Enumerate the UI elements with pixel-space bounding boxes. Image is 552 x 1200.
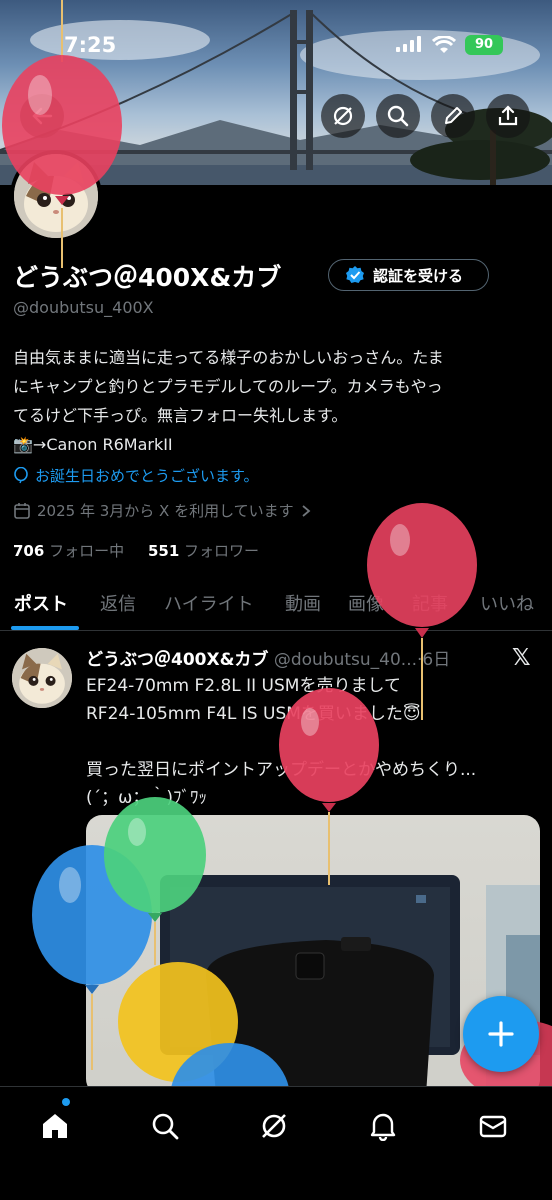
nav-messages[interactable]: [468, 1101, 518, 1151]
followers-label: フォロワー: [184, 542, 260, 560]
edit-button[interactable]: [431, 94, 475, 138]
tab-posts[interactable]: ポスト: [14, 590, 68, 616]
post-header: どうぶつ＠400X&カブ @doubutsu_40...·6日: [86, 650, 451, 670]
post-text-line: 買った翌日にポイントアップデーとかやめちくり...: [86, 760, 477, 780]
post-time: 6日: [422, 650, 451, 670]
home-icon: [43, 1114, 67, 1138]
nav-search[interactable]: [140, 1101, 190, 1151]
joined-text: 2025 年 3月から X を利用しています: [37, 502, 294, 520]
post-text-line: EF24-70mm F2.8L II USMを売りまして: [86, 676, 401, 696]
nav-grok[interactable]: [249, 1101, 299, 1151]
home-unread-dot: [62, 1098, 70, 1106]
tab-videos[interactable]: 動画: [285, 590, 321, 616]
post-author-avatar[interactable]: [12, 648, 72, 708]
get-verified-label: 認証を受ける: [373, 266, 464, 285]
display-name: どうぶつ＠400X&カブ: [13, 263, 282, 292]
share-icon: [498, 105, 518, 126]
tab-images[interactable]: 画像: [348, 590, 384, 616]
bell-icon: [370, 1113, 396, 1141]
bio-line: 自由気ままに適当に走ってる様子のおかしいおっさん。たま: [13, 348, 444, 367]
follow-stats: 706 フォロー中 551 フォロワー: [13, 540, 259, 561]
cellular-signal-icon: [396, 36, 421, 52]
get-verified-button[interactable]: 認証を受ける: [328, 259, 489, 291]
search-icon: [152, 1113, 179, 1140]
share-button[interactable]: [486, 94, 530, 138]
grok-icon: [262, 1114, 286, 1138]
edit-icon: [445, 107, 462, 124]
profile-avatar[interactable]: [10, 150, 102, 242]
back-button[interactable]: [20, 94, 64, 138]
birthday-text: お誕生日おめでとうございます。: [35, 467, 259, 485]
tab-replies[interactable]: 返信: [100, 590, 136, 616]
tab-likes[interactable]: いいね: [480, 590, 534, 616]
bio-line: てるけど下手っぴ。無言フォロー失礼します。: [13, 406, 348, 425]
tab-articles[interactable]: 記事: [412, 590, 448, 616]
search-button[interactable]: [376, 94, 420, 138]
bio-line: 📸→Canon R6MarkII: [13, 435, 173, 454]
bottom-navigation: [0, 1086, 552, 1200]
profile-tabs: ポスト 返信 ハイライト 動画 画像 記事 いいね: [0, 578, 552, 631]
profile-bio: 自由気ままに適当に走ってる様子のおかしいおっさん。たま にキャンプと釣りとプラモ…: [13, 343, 543, 459]
x-logo-icon: 𝕏: [512, 645, 531, 671]
cat-avatar-icon: [12, 648, 72, 708]
profile-handle: @doubutsu_400X: [13, 298, 154, 317]
following-count: 706: [13, 542, 45, 560]
post-text-line: [86, 728, 536, 756]
followers-link[interactable]: 551 フォロワー: [148, 542, 259, 560]
grok-button[interactable]: [321, 94, 365, 138]
status-bar: 7:25 90: [0, 0, 552, 90]
following-label: フォロー中: [49, 542, 125, 560]
followers-count: 551: [147, 542, 180, 560]
post-text[interactable]: EF24-70mm F2.8L II USMを売りまして RF24-105mm …: [86, 672, 536, 812]
nav-home[interactable]: [30, 1101, 80, 1151]
compose-post-button[interactable]: [463, 996, 539, 1072]
grok-icon: [333, 106, 353, 126]
wifi-icon: [432, 36, 456, 53]
status-time: 7:25: [64, 33, 117, 57]
post-author-name[interactable]: どうぶつ＠400X&カブ: [86, 650, 268, 670]
battery-indicator: 90: [465, 35, 503, 55]
active-tab-indicator: [11, 626, 79, 630]
verified-badge-icon: [346, 266, 364, 283]
calendar-icon: [14, 502, 30, 519]
tab-highlights[interactable]: ハイライト: [164, 590, 254, 616]
post-text-line: RF24-105mm F4L IS USMを買いました😇: [86, 704, 421, 724]
mail-icon: [479, 1115, 507, 1138]
nav-notifications[interactable]: [358, 1101, 408, 1151]
birthday-row: お誕生日おめでとうございます。: [13, 465, 259, 486]
post-text-line: (´；ω；｀)ﾌﾞﾜｯ: [86, 788, 208, 808]
bio-line: にキャンプと釣りとプラモデルしてのループ。カメラもやっ: [13, 377, 443, 396]
joined-row[interactable]: 2025 年 3月から X を利用しています: [13, 500, 312, 521]
cat-avatar-icon: [14, 154, 98, 238]
search-icon: [387, 105, 409, 127]
plus-icon: [488, 1021, 514, 1047]
chevron-right-icon: [302, 504, 311, 517]
balloon-icon: [14, 466, 28, 483]
post-author-handle[interactable]: @doubutsu_40...: [274, 650, 417, 670]
arrow-left-icon: [32, 107, 53, 125]
following-link[interactable]: 706 フォロー中: [13, 542, 124, 560]
